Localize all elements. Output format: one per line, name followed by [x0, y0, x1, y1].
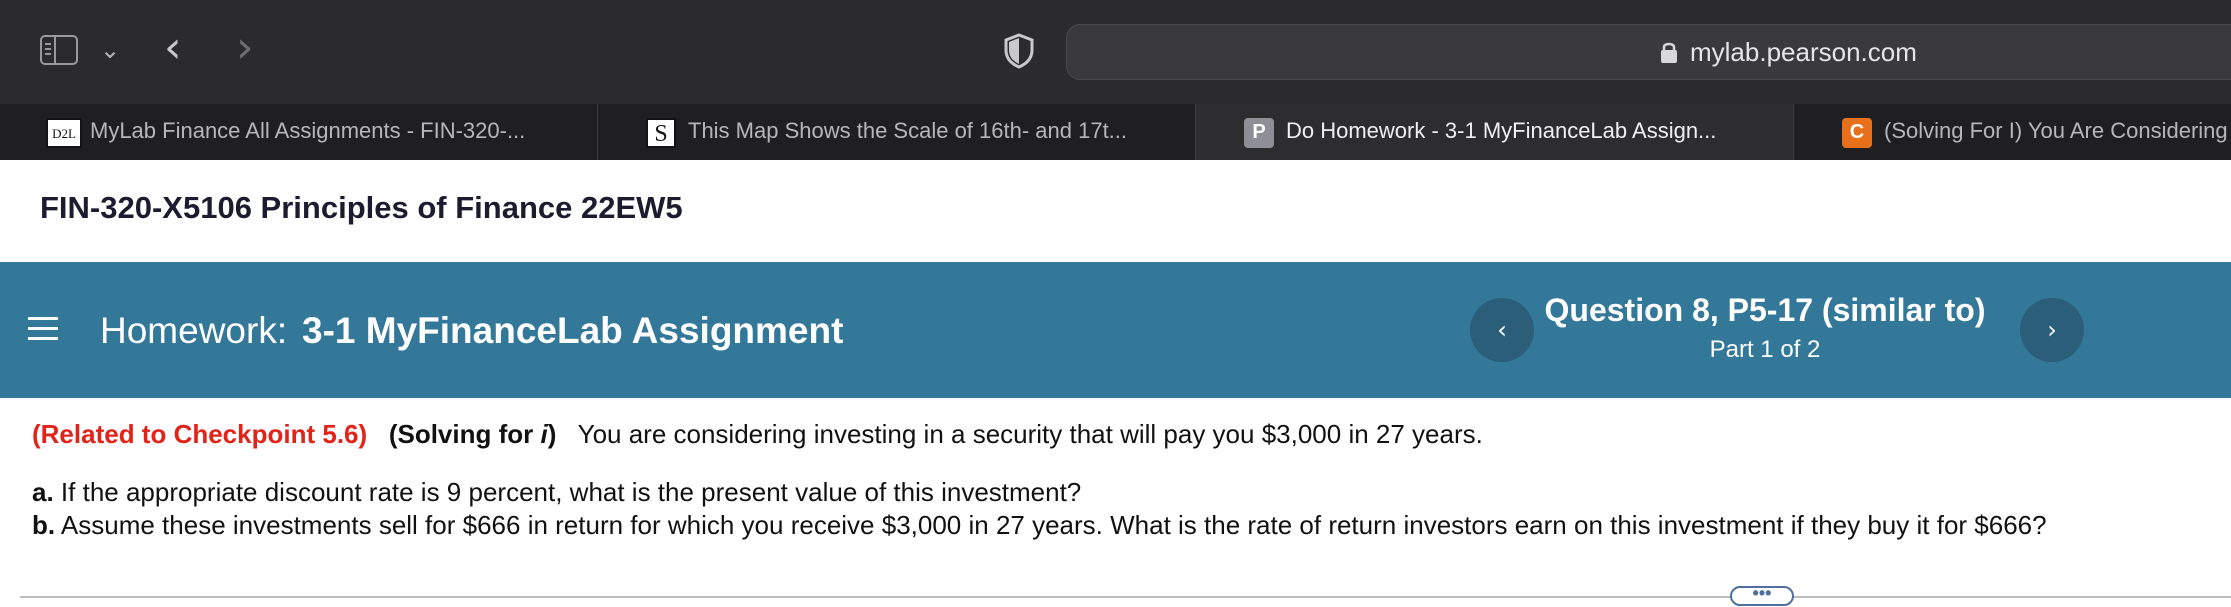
url-text[interactable]: mylab.pearson.com [1690, 37, 1917, 68]
sidebar-toggle-icon[interactable] [40, 35, 78, 65]
part-b-label: b. [32, 510, 56, 540]
homework-bar: Homework: 3-1 MyFinanceLab Assignment ‹ … [0, 262, 2231, 398]
homework-title: 3-1 MyFinanceLab Assignment [302, 310, 844, 351]
address-bar[interactable] [1066, 24, 2231, 80]
related-checkpoint-link[interactable]: (Related to Checkpoint 5.6) [32, 419, 367, 449]
browser-toolbar: ⌄ ‹ › mylab.pearson.com [0, 0, 2231, 105]
tab-solving-for-i[interactable]: C (Solving For I) You Are Considering [1794, 104, 2231, 160]
tab-title: (Solving For I) You Are Considering [1884, 118, 2228, 143]
tab-bar: D2L MyLab Finance All Assignments - FIN-… [0, 104, 2231, 160]
p-favicon-icon: P [1244, 118, 1274, 148]
d2l-favicon-icon: D2L [46, 118, 82, 148]
part-b: b. Assume these investments sell for $66… [32, 510, 2047, 541]
tab-do-homework[interactable]: P Do Homework - 3-1 MyFinanceLab Assign.… [1196, 104, 1794, 160]
question-intro: (Related to Checkpoint 5.6) (Solving for… [32, 419, 1483, 450]
part-b-text: Assume these investments sell for $666 i… [60, 510, 2047, 540]
part-a-text: If the appropriate discount rate is 9 pe… [60, 477, 1082, 507]
tab-mylab-finance[interactable]: D2L MyLab Finance All Assignments - FIN-… [0, 104, 598, 160]
part-a: a. If the appropriate discount rate is 9… [32, 477, 1081, 508]
expand-more-button[interactable]: ••• [1730, 584, 1794, 606]
lock-icon [1660, 40, 1678, 69]
tab-map-scale[interactable]: S This Map Shows the Scale of 16th- and … [598, 104, 1196, 160]
next-question-button[interactable]: › [2020, 298, 2084, 362]
forward-button[interactable]: › [236, 26, 254, 70]
course-title: FIN-320-X5106 Principles of Finance 22EW… [40, 190, 683, 225]
homework-label: Homework: [100, 310, 288, 351]
tab-title: MyLab Finance All Assignments - FIN-320-… [90, 118, 526, 143]
tab-title: This Map Shows the Scale of 16th- and 17… [688, 118, 1128, 143]
c-favicon-icon: C [1842, 118, 1872, 148]
divider [20, 596, 2231, 598]
menu-icon[interactable] [28, 317, 58, 347]
solving-label: (Solving for i) [388, 419, 557, 449]
s-favicon-icon: S [646, 118, 676, 148]
back-button[interactable]: ‹ [164, 26, 182, 70]
tab-title: Do Homework - 3-1 MyFinanceLab Assign... [1286, 118, 1717, 143]
question-part: Part 1 of 2 [1709, 336, 1821, 363]
privacy-shield-icon[interactable] [1004, 33, 1034, 74]
question-title: Question 8, P5-17 (similar to) [1544, 292, 1986, 328]
chevron-down-icon[interactable]: ⌄ [100, 36, 120, 64]
question-text: You are considering investing in a secur… [577, 419, 1483, 449]
previous-question-button[interactable]: ‹ [1470, 298, 1534, 362]
part-a-label: a. [32, 477, 54, 507]
